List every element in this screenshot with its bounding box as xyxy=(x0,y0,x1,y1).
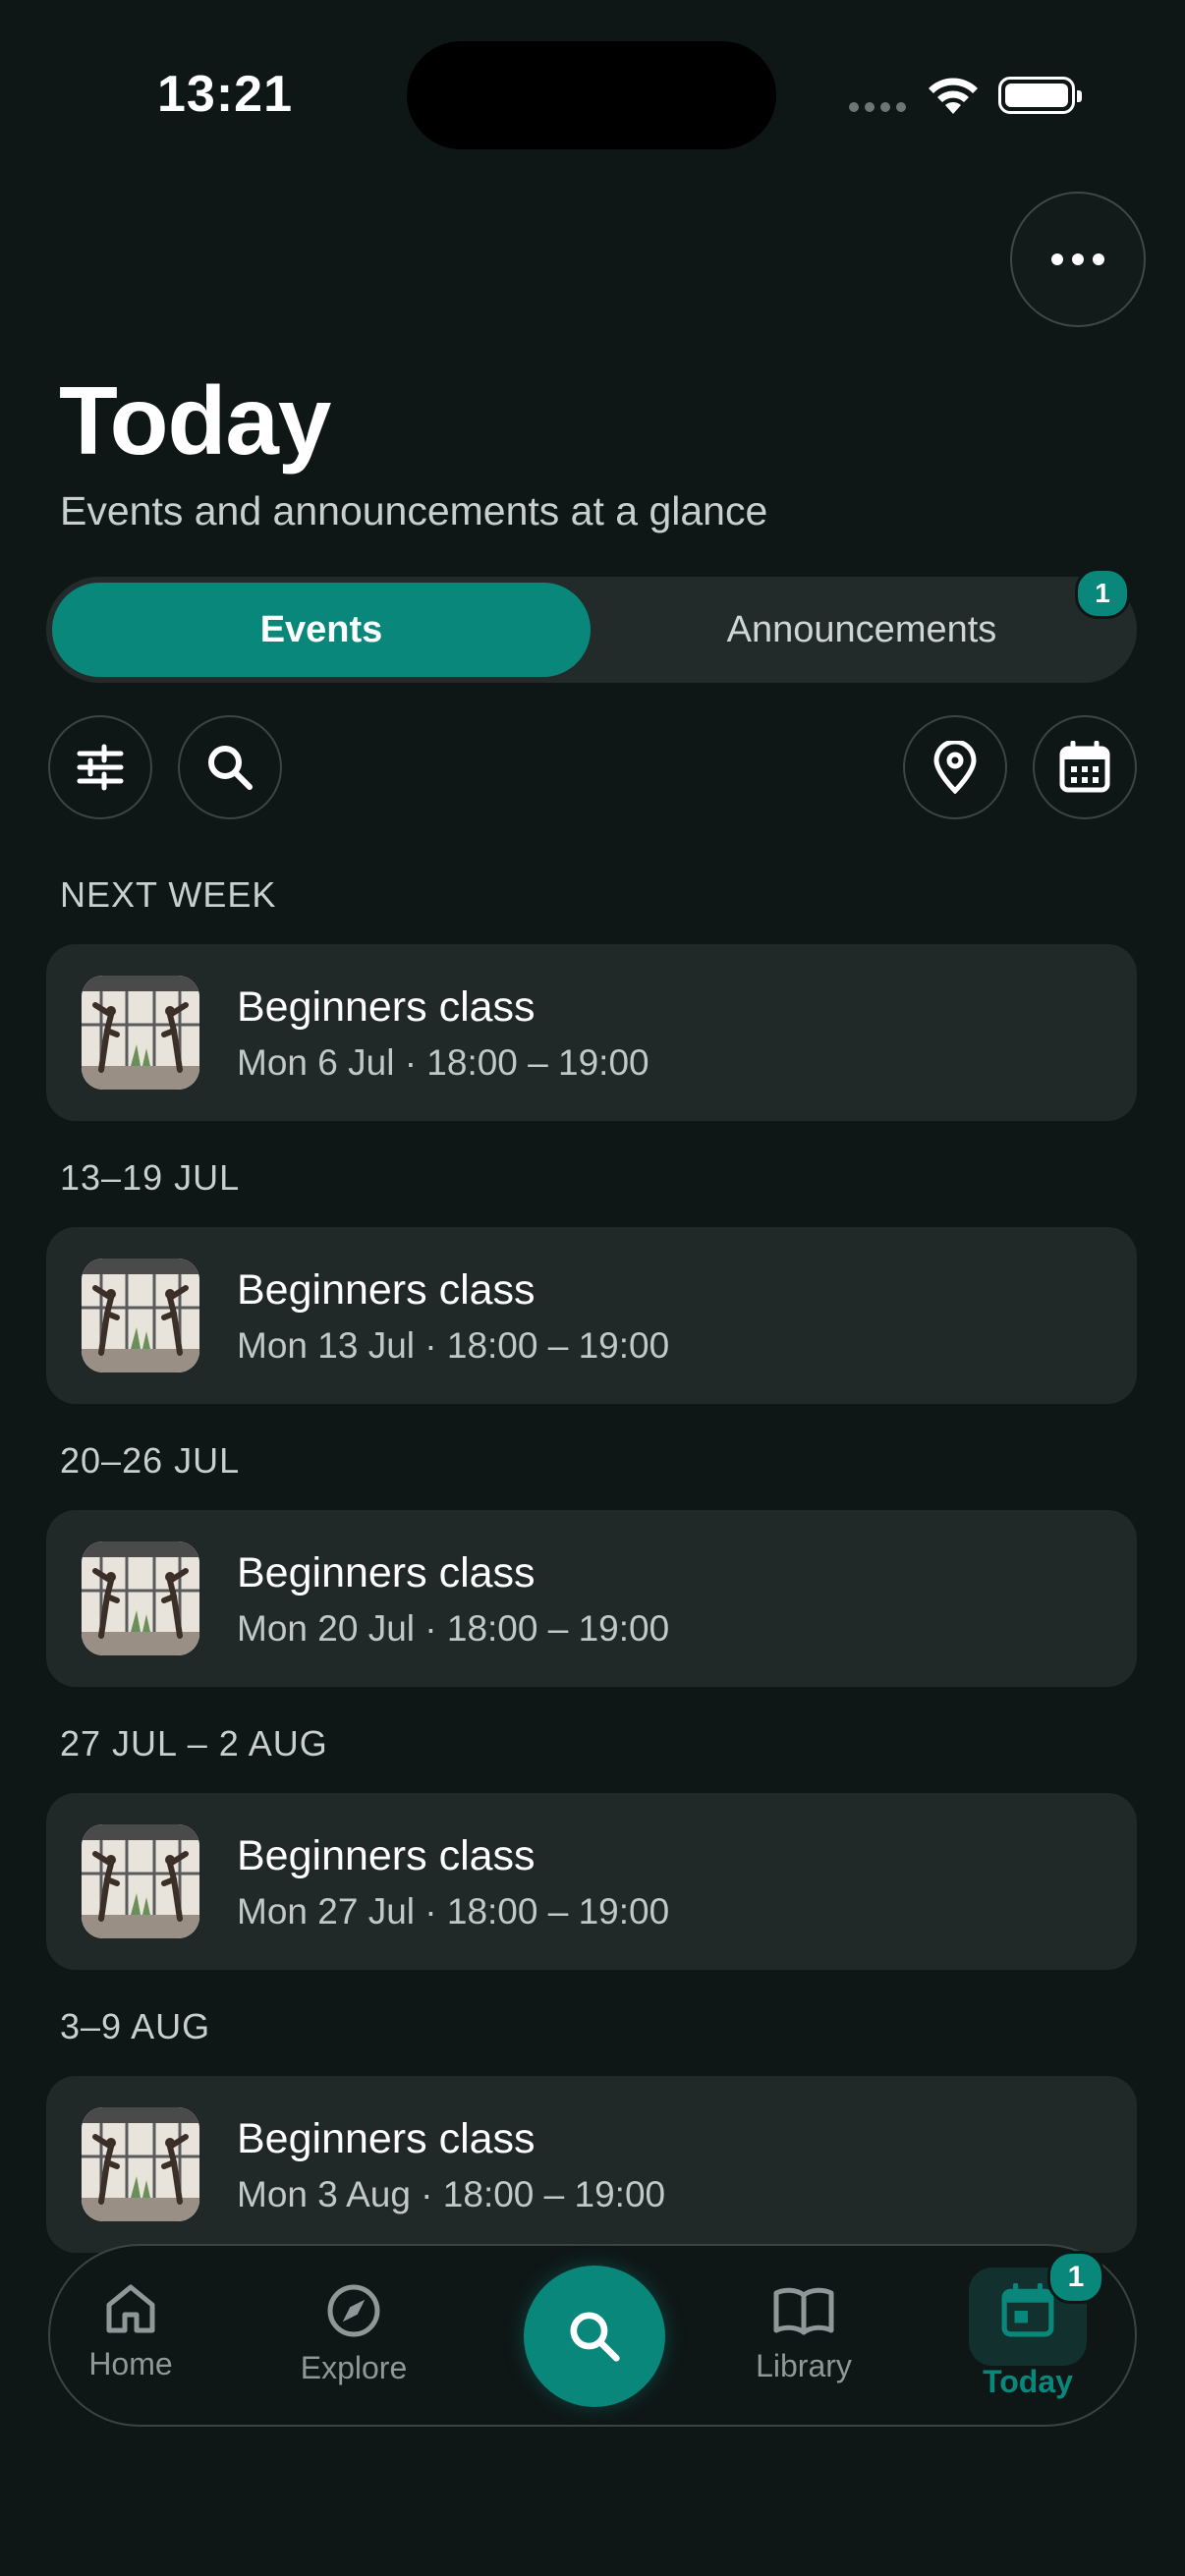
page-subtitle: Events and announcements at a glance xyxy=(60,488,768,533)
nav-home[interactable]: Home xyxy=(52,2283,209,2382)
nav-today-label: Today xyxy=(983,2364,1073,2399)
search-button[interactable] xyxy=(178,715,282,819)
event-card[interactable]: Beginners class Mon 13 Jul · 18:00 – 19:0… xyxy=(46,1227,1137,1404)
more-options-button[interactable] xyxy=(1010,192,1146,327)
battery-icon xyxy=(998,77,1082,114)
event-thumbnail xyxy=(82,976,199,1090)
event-card[interactable]: Beginners class Mon 3 Aug · 18:00 – 19:00 xyxy=(46,2076,1137,2253)
calendar-icon xyxy=(1059,741,1110,793)
event-thumbnail xyxy=(82,1541,199,1655)
status-bar: 13:21 xyxy=(0,0,1185,187)
book-open-icon xyxy=(773,2287,834,2335)
event-thumbnail xyxy=(82,1824,199,1938)
section-header: NEXT WEEK xyxy=(60,874,277,915)
event-thumbnail xyxy=(82,1259,199,1372)
nav-library-label: Library xyxy=(756,2348,852,2383)
event-title: Beginners class xyxy=(237,2115,536,2162)
calendar-button[interactable] xyxy=(1033,715,1137,819)
event-card[interactable]: Beginners class Mon 6 Jul · 18:00 – 19:00 xyxy=(46,944,1137,1121)
section-header: 13–19 JUL xyxy=(60,1157,241,1198)
home-icon xyxy=(106,2284,155,2333)
nav-search-button[interactable] xyxy=(524,2266,665,2407)
bottom-nav: Home Explore Library Today xyxy=(48,2244,1137,2427)
calendar-icon xyxy=(1001,2283,1054,2337)
section-header: 20–26 JUL xyxy=(60,1440,241,1481)
nav-explore[interactable]: Explore xyxy=(275,2283,432,2386)
event-title: Beginners class xyxy=(237,983,536,1031)
tab-announcements[interactable]: Announcements xyxy=(592,583,1131,677)
today-badge: 1 xyxy=(1047,2251,1104,2304)
sliders-icon xyxy=(77,744,124,791)
map-pin-icon xyxy=(933,741,977,794)
event-thumbnail xyxy=(82,2107,199,2221)
location-button[interactable] xyxy=(903,715,1007,819)
event-title: Beginners class xyxy=(237,1832,536,1879)
event-title: Beginners class xyxy=(237,1549,536,1596)
event-time: Mon 27 Jul · 18:00 – 19:00 xyxy=(237,1891,670,1932)
event-time: Mon 3 Aug · 18:00 – 19:00 xyxy=(237,2174,666,2214)
search-icon xyxy=(208,746,253,790)
event-card[interactable]: Beginners class Mon 27 Jul · 18:00 – 19:0… xyxy=(46,1793,1137,1970)
filter-button[interactable] xyxy=(48,715,152,819)
nav-library[interactable]: Library xyxy=(725,2283,882,2384)
announcements-badge: 1 xyxy=(1075,568,1130,619)
event-time: Mon 13 Jul · 18:00 – 19:00 xyxy=(237,1325,670,1366)
events-announcements-toggle: Events Announcements xyxy=(46,577,1137,683)
section-header: 3–9 AUG xyxy=(60,2006,211,2046)
event-time: Mon 6 Jul · 18:00 – 19:00 xyxy=(237,1042,649,1083)
event-title: Beginners class xyxy=(237,1266,536,1314)
dynamic-island xyxy=(407,41,776,149)
section-header: 27 JUL – 2 AUG xyxy=(60,1723,328,1764)
tab-events[interactable]: Events xyxy=(52,583,591,677)
more-dots-icon xyxy=(1051,253,1063,265)
cellular-signal-icon xyxy=(849,102,906,112)
nav-explore-label: Explore xyxy=(300,2350,408,2385)
nav-home-label: Home xyxy=(88,2346,173,2381)
status-time: 13:21 xyxy=(157,66,293,123)
event-time: Mon 20 Jul · 18:00 – 19:00 xyxy=(237,1608,670,1649)
search-icon xyxy=(570,2312,620,2362)
compass-icon xyxy=(327,2284,380,2337)
page-title: Today xyxy=(59,366,331,475)
event-card[interactable]: Beginners class Mon 20 Jul · 18:00 – 19:0… xyxy=(46,1510,1137,1687)
wifi-icon xyxy=(929,78,978,114)
